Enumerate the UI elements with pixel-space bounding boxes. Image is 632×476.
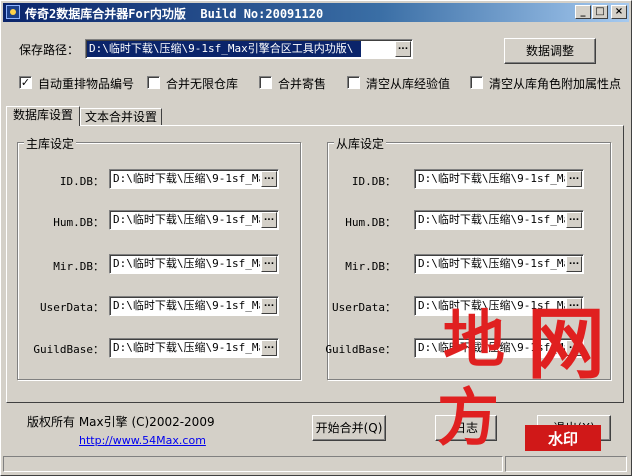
- main-db-field-userdata[interactable]: D:\临时下载\压缩\9-1sf_Ma ...: [109, 296, 279, 316]
- main-db-label-hum: Hum.DB：: [53, 216, 104, 229]
- option-label-auto-renumber: 自动重排物品编号: [38, 77, 135, 91]
- maximize-button[interactable]: □: [592, 5, 608, 19]
- app-icon: [6, 5, 20, 19]
- main-db-browse-guildbase[interactable]: ...: [261, 340, 277, 356]
- save-path-browse-button[interactable]: ...: [395, 41, 411, 57]
- option-label-clear-exp: 清空从库经验值: [366, 77, 451, 91]
- slave-db-label-mir: Mir.DB：: [345, 260, 396, 273]
- main-db-browse-id[interactable]: ...: [261, 171, 277, 187]
- option-checkbox-clear-exp[interactable]: [347, 76, 360, 89]
- option-checkbox-merge-unlimited-storage[interactable]: [147, 76, 160, 89]
- main-db-input-hum[interactable]: D:\临时下载\压缩\9-1sf_Ma: [111, 212, 260, 228]
- option-checkbox-merge-consignment[interactable]: [259, 76, 272, 89]
- slave-db-label-guildbase: GuildBase：: [325, 343, 396, 356]
- exit-button[interactable]: 退出(X): [537, 415, 611, 441]
- copyright-text: 版权所有 Max引擎 (C)2002-2009: [27, 415, 215, 429]
- data-adjust-button[interactable]: 数据调整: [504, 38, 596, 64]
- main-db-input-id[interactable]: D:\临时下载\压缩\9-1sf_Ma: [111, 171, 260, 187]
- slave-db-label-id: ID.DB：: [351, 175, 396, 188]
- main-db-label-userdata: UserData：: [40, 301, 104, 314]
- status-pane-main: [3, 456, 503, 472]
- main-db-input-mir[interactable]: D:\临时下载\压缩\9-1sf_Ma: [111, 256, 260, 272]
- start-merge-button[interactable]: 开始合并(Q): [312, 415, 386, 441]
- slave-db-browse-id[interactable]: ...: [566, 171, 582, 187]
- main-db-input-guildbase[interactable]: D:\临时下载\压缩\9-1sf_Ma: [111, 340, 260, 356]
- main-db-field-guildbase[interactable]: D:\临时下载\压缩\9-1sf_Ma ...: [109, 338, 279, 358]
- status-bar: [3, 455, 629, 473]
- tab-db-settings[interactable]: 数据库设置: [6, 106, 80, 126]
- main-db-label-id: ID.DB：: [59, 175, 104, 188]
- save-path-label: 保存路径：: [19, 43, 80, 57]
- main-db-field-hum[interactable]: D:\临时下载\压缩\9-1sf_Ma ...: [109, 210, 279, 230]
- tab-text-merge-settings[interactable]: 文本合并设置: [80, 108, 162, 125]
- main-db-label-guildbase: GuildBase：: [33, 343, 104, 356]
- slave-db-input-userdata[interactable]: D:\临时下载\压缩\9-1sf_Ma: [416, 298, 565, 314]
- slave-db-field-guildbase[interactable]: D:\临时下载\压缩\9-1sf_Ma ...: [414, 338, 584, 358]
- title-bar[interactable]: 传奇2数据库合并器For内功版 Build No:20091120 _ □ ×: [3, 3, 629, 22]
- main-db-field-id[interactable]: D:\临时下载\压缩\9-1sf_Ma ...: [109, 169, 279, 189]
- main-db-field-mir[interactable]: D:\临时下载\压缩\9-1sf_Ma ...: [109, 254, 279, 274]
- app-window: 传奇2数据库合并器For内功版 Build No:20091120 _ □ × …: [0, 0, 632, 476]
- slave-db-browse-mir[interactable]: ...: [566, 256, 582, 272]
- slave-db-field-id[interactable]: D:\临时下载\压缩\9-1sf_Ma ...: [414, 169, 584, 189]
- status-pane-right: [505, 456, 627, 472]
- slave-db-label-hum: Hum.DB：: [345, 216, 396, 229]
- option-label-clear-attr-points: 清空从库角色附加属性点: [489, 77, 622, 91]
- slave-db-browse-userdata[interactable]: ...: [566, 298, 582, 314]
- option-label-merge-consignment: 合并寄售: [278, 77, 327, 91]
- option-label-merge-unlimited-storage: 合并无限仓库: [166, 77, 239, 91]
- tab-panel-db-settings: 主库设定 ID.DB： D:\临时下载\压缩\9-1sf_Ma ... Hum.…: [6, 125, 624, 403]
- slave-db-input-id[interactable]: D:\临时下载\压缩\9-1sf_Ma: [416, 171, 565, 187]
- window-title: 传奇2数据库合并器For内功版 Build No:20091120: [25, 7, 324, 21]
- main-db-browse-userdata[interactable]: ...: [261, 298, 277, 314]
- slave-db-group: 从库设定 ID.DB： D:\临时下载\压缩\9-1sf_Ma ... Hum.…: [325, 135, 611, 380]
- option-checkbox-auto-renumber[interactable]: ✓: [19, 76, 32, 89]
- slave-db-input-hum[interactable]: D:\临时下载\压缩\9-1sf_Ma: [416, 212, 565, 228]
- main-db-group-title: 主库设定: [24, 135, 77, 152]
- log-button[interactable]: 日志: [435, 415, 497, 441]
- slave-db-browse-hum[interactable]: ...: [566, 212, 582, 228]
- slave-db-label-userdata: UserData：: [332, 301, 396, 314]
- main-db-browse-mir[interactable]: ...: [261, 256, 277, 272]
- main-db-browse-hum[interactable]: ...: [261, 212, 277, 228]
- slave-db-group-title: 从库设定: [334, 135, 387, 152]
- website-link[interactable]: http://www.54Max.com: [79, 434, 206, 447]
- main-db-group: 主库设定 ID.DB： D:\临时下载\压缩\9-1sf_Ma ... Hum.…: [17, 135, 301, 380]
- slave-db-input-guildbase[interactable]: D:\临时下载\压缩\9-1sf_Ma: [416, 340, 565, 356]
- slave-db-input-mir[interactable]: D:\临时下载\压缩\9-1sf_Ma: [416, 256, 565, 272]
- save-path-input[interactable]: D:\临时下载\压缩\9-1sf_Max引擎合区工具内功版\: [87, 41, 361, 57]
- slave-db-browse-guildbase[interactable]: ...: [566, 340, 582, 356]
- slave-db-field-userdata[interactable]: D:\临时下载\压缩\9-1sf_Ma ...: [414, 296, 584, 316]
- option-checkbox-clear-attr-points[interactable]: [470, 76, 483, 89]
- slave-db-field-mir[interactable]: D:\临时下载\压缩\9-1sf_Ma ...: [414, 254, 584, 274]
- main-db-label-mir: Mir.DB：: [53, 260, 104, 273]
- main-db-input-userdata[interactable]: D:\临时下载\压缩\9-1sf_Ma: [111, 298, 260, 314]
- minimize-button[interactable]: _: [575, 5, 591, 19]
- slave-db-field-hum[interactable]: D:\临时下载\压缩\9-1sf_Ma ...: [414, 210, 584, 230]
- close-button[interactable]: ×: [611, 5, 627, 19]
- save-path-field[interactable]: D:\临时下载\压缩\9-1sf_Max引擎合区工具内功版\ ...: [85, 39, 413, 59]
